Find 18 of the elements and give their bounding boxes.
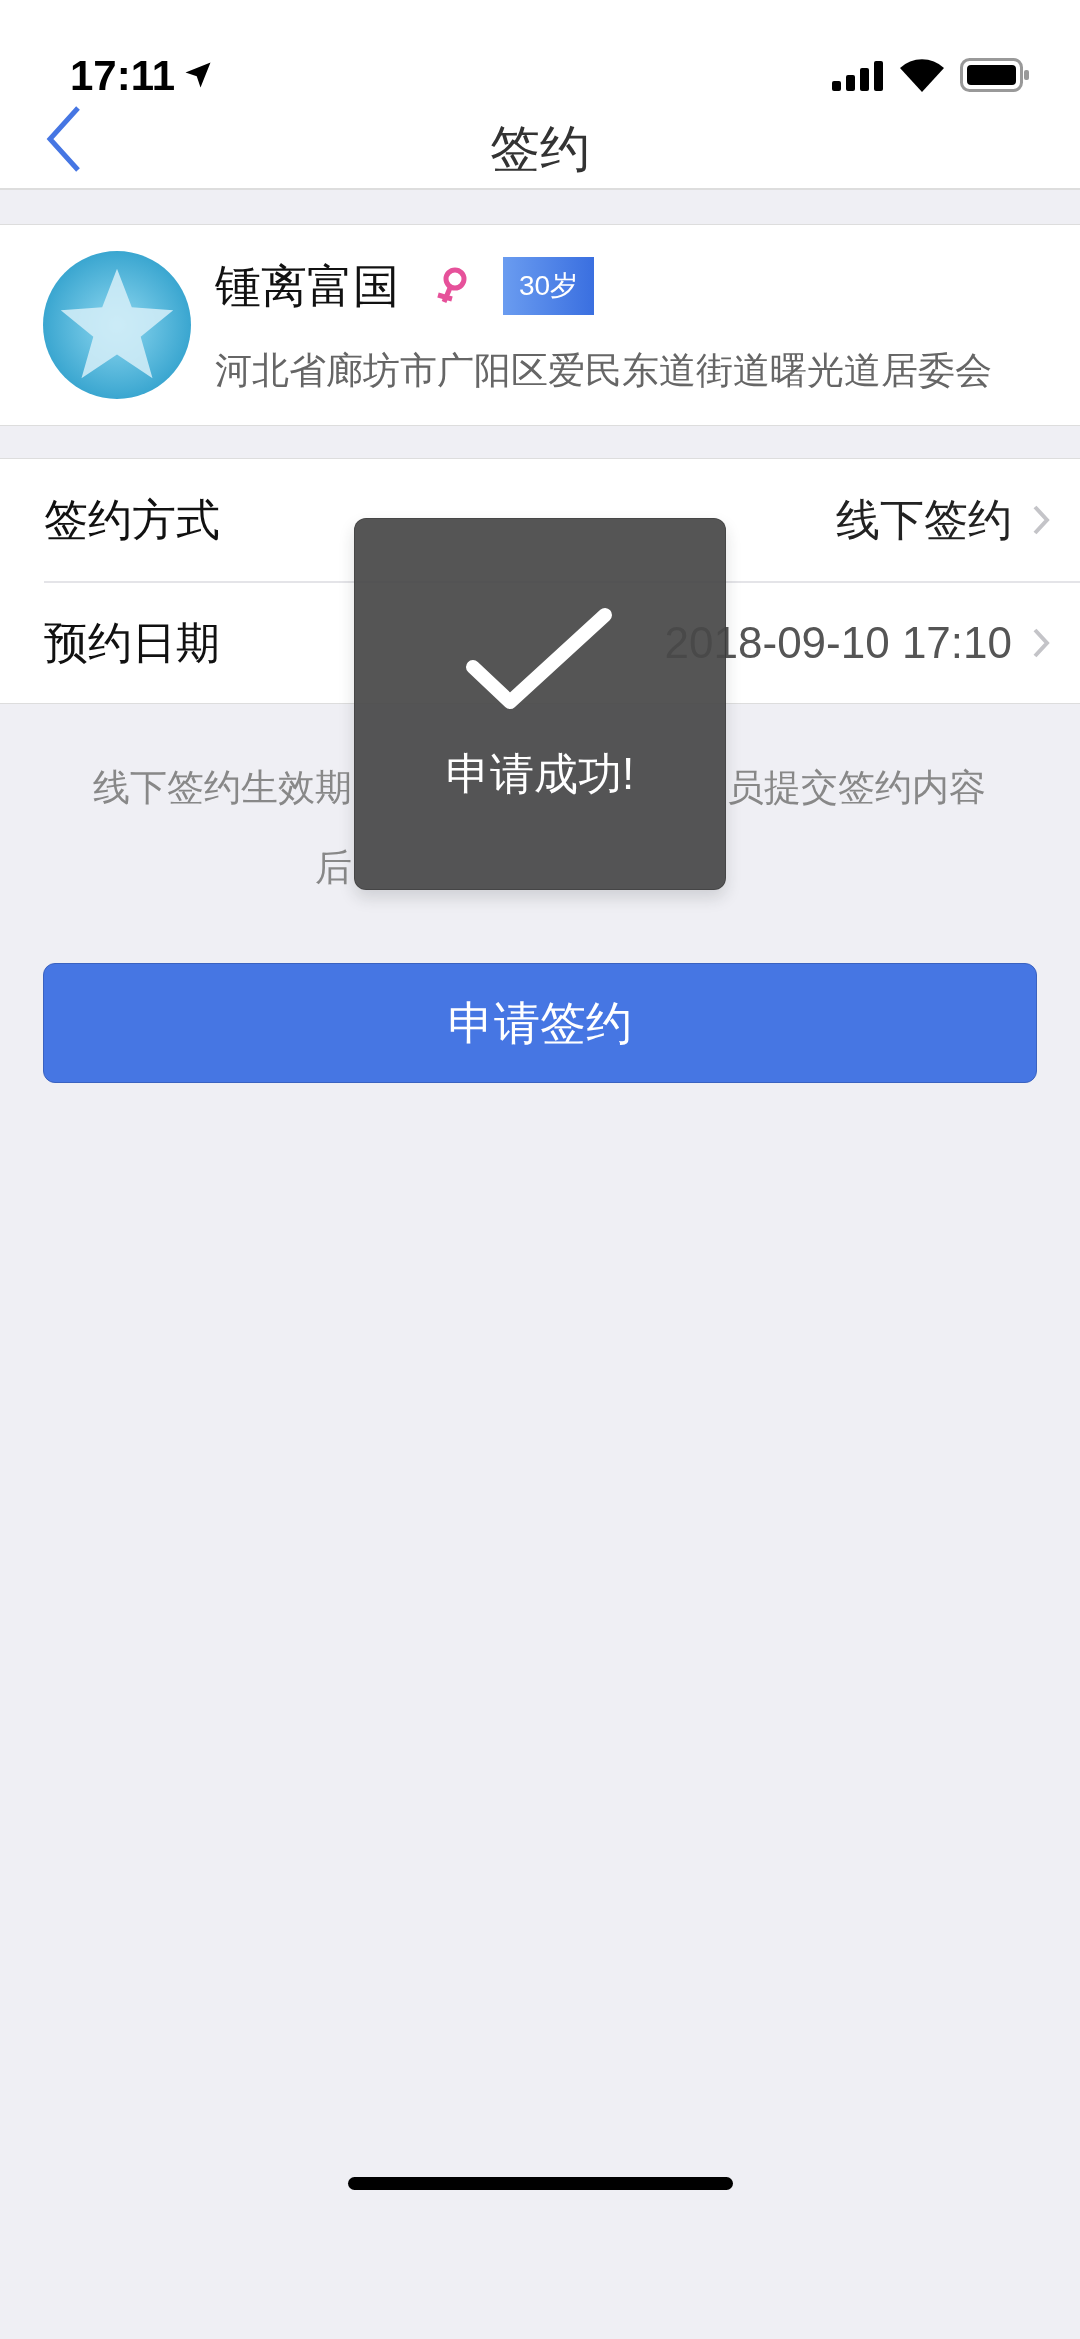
note-text: 员提交签约内容	[727, 766, 986, 811]
note-text: 后	[315, 846, 352, 891]
chevron-icon	[1032, 504, 1050, 536]
page-title: 签约	[490, 119, 590, 179]
age-tag: 30岁	[503, 257, 595, 316]
note-text: 线下签约生效期	[93, 766, 352, 811]
row-label: 签约方式	[44, 494, 220, 546]
status-time: 17:11	[70, 50, 176, 101]
person-name: 锺离富国	[215, 258, 399, 314]
address-text: 河北省廊坊市广阳区爱民东道街道曙光道居委会	[215, 348, 992, 393]
signal-icon	[832, 59, 884, 91]
apply-button[interactable]: 申请签约	[43, 963, 1037, 1083]
battery-icon	[960, 58, 1030, 92]
chevron-icon	[1032, 627, 1050, 659]
row-label: 预约日期	[44, 617, 220, 669]
wifi-icon	[900, 58, 944, 92]
row-value: 线下签约	[836, 494, 1012, 546]
toast-message: 申请成功!	[445, 748, 635, 800]
